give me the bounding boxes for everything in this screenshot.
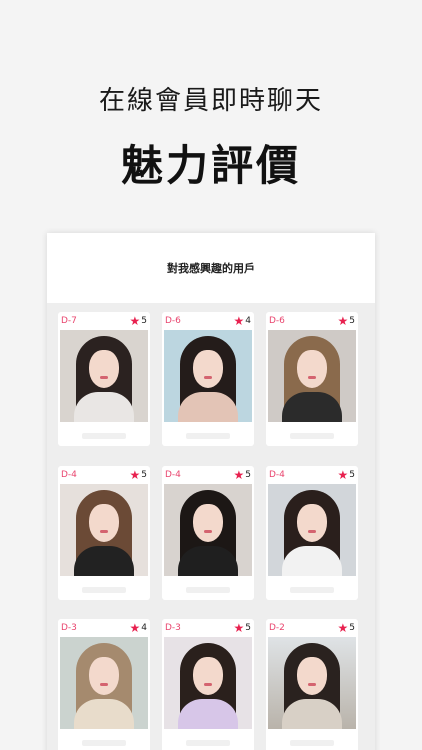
name-placeholder	[186, 740, 230, 747]
user-photo[interactable]	[268, 637, 356, 730]
promo-title: 魅力評價	[120, 141, 301, 190]
rating-value: 5	[349, 316, 355, 326]
user-card[interactable]: D-3 ★ 5	[162, 619, 254, 750]
name-placeholder	[82, 740, 126, 747]
rating: ★ 4	[130, 622, 148, 634]
dday-label: D-3	[165, 623, 181, 634]
user-photo[interactable]	[164, 637, 252, 730]
user-photo[interactable]	[164, 330, 252, 422]
dday-label: D-4	[269, 469, 285, 480]
rating: ★ 5	[130, 469, 148, 481]
star-icon: ★	[337, 621, 349, 636]
rating: ★ 5	[338, 469, 356, 481]
user-photo[interactable]	[268, 483, 356, 576]
name-placeholder	[290, 433, 334, 439]
rating-value: 4	[245, 316, 251, 326]
dday-label: D-6	[165, 316, 181, 326]
star-icon: ★	[233, 621, 245, 636]
user-photo[interactable]	[164, 483, 252, 576]
star-icon: ★	[337, 314, 349, 328]
phone-screen: 對我感興趣的用戶 D-7 ★ 5 D-6 ★ 4 D-6 ★ 5 D-4 ★ 5…	[47, 233, 375, 750]
dday-label: D-4	[165, 469, 181, 480]
star-icon: ★	[233, 314, 245, 328]
star-icon: ★	[129, 621, 141, 636]
name-placeholder	[82, 586, 126, 593]
user-card[interactable]: D-7 ★ 5	[58, 312, 150, 446]
promo-subtitle: 在線會員即時聊天	[98, 86, 323, 116]
dday-label: D-6	[269, 316, 285, 326]
user-card[interactable]: D-2 ★ 5	[266, 619, 358, 750]
name-placeholder	[186, 586, 230, 593]
promo-page: 在線會員即時聊天 魅力評價 對我感興趣的用戶 D-7 ★ 5 D-6 ★ 4 D…	[0, 0, 422, 750]
star-icon: ★	[337, 467, 349, 482]
star-icon: ★	[233, 467, 245, 482]
name-placeholder	[82, 433, 126, 439]
user-card[interactable]: D-6 ★ 5	[266, 312, 358, 446]
name-placeholder	[290, 740, 334, 747]
dday-label: D-7	[61, 316, 77, 326]
star-icon: ★	[129, 314, 141, 328]
screen-title: 對我感興趣的用戶	[167, 262, 255, 275]
rating-value: 5	[245, 623, 251, 634]
rating: ★ 5	[130, 315, 148, 327]
rating-value: 4	[141, 623, 147, 634]
rating-value: 5	[349, 623, 355, 634]
star-icon: ★	[129, 467, 141, 482]
dday-label: D-4	[61, 469, 77, 480]
rating: ★ 5	[234, 469, 252, 481]
dday-label: D-3	[61, 623, 77, 634]
rating: ★ 5	[338, 622, 356, 634]
user-photo[interactable]	[268, 330, 356, 422]
rating: ★ 4	[234, 315, 252, 327]
rating-value: 5	[141, 316, 147, 326]
rating-value: 5	[349, 469, 355, 480]
rating: ★ 5	[234, 622, 252, 634]
user-card[interactable]: D-4 ★ 5	[266, 465, 358, 600]
name-placeholder	[290, 586, 334, 593]
dday-label: D-2	[269, 623, 285, 634]
name-placeholder	[186, 433, 230, 439]
user-card[interactable]: D-3 ★ 4	[58, 619, 150, 750]
screen-header: 對我感興趣的用戶	[47, 233, 375, 303]
user-card[interactable]: D-6 ★ 4	[162, 312, 254, 446]
rating-value: 5	[141, 469, 147, 480]
user-photo[interactable]	[60, 637, 148, 730]
user-photo[interactable]	[60, 330, 148, 422]
rating: ★ 5	[338, 315, 356, 327]
user-card[interactable]: D-4 ★ 5	[58, 465, 150, 600]
user-card[interactable]: D-4 ★ 5	[162, 465, 254, 600]
rating-value: 5	[245, 469, 251, 480]
user-grid: D-7 ★ 5 D-6 ★ 4 D-6 ★ 5 D-4 ★ 5 D-4 ★ 5 …	[47, 303, 375, 750]
user-photo[interactable]	[60, 483, 148, 576]
